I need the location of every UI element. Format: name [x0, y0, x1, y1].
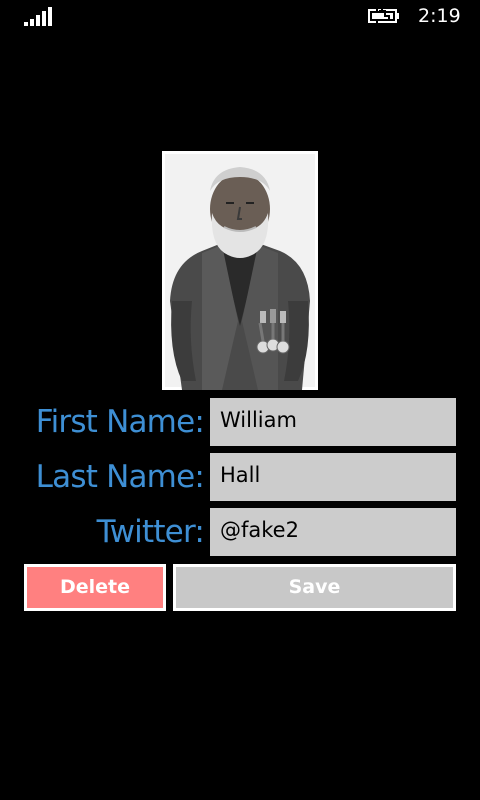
status-bar: 2:19 — [0, 0, 480, 34]
delete-button[interactable]: Delete — [24, 564, 166, 611]
clock: 2:19 — [418, 5, 461, 27]
battery-charging-icon — [368, 8, 399, 24]
first-name-label: First Name: — [35, 404, 205, 440]
signal-strength-icon — [24, 7, 52, 26]
last-name-field[interactable]: Hall — [210, 453, 456, 501]
first-name-field[interactable]: William — [210, 398, 456, 446]
portrait-photo — [162, 151, 318, 390]
twitter-field[interactable]: @fake2 — [210, 508, 456, 556]
contact-edit-screen: 2:19 First Name: Last Name: Twitter: Wil… — [0, 0, 480, 800]
last-name-label: Last Name: — [35, 459, 205, 495]
twitter-label: Twitter: — [96, 514, 205, 550]
portrait-image — [162, 151, 318, 390]
save-button[interactable]: Save — [173, 564, 456, 611]
